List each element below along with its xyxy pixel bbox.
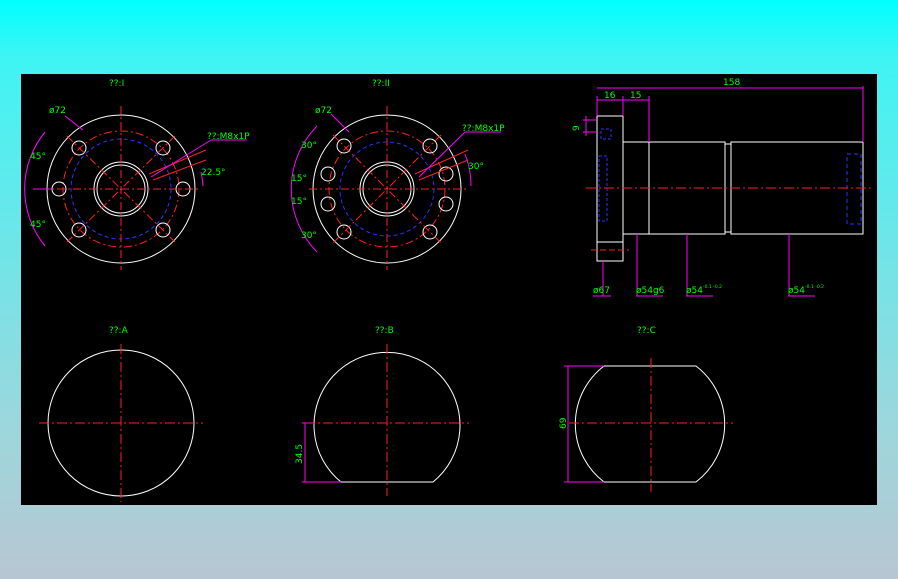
angle-45-top: 45° [30,152,46,162]
angle-15-bottom: 15° [291,197,307,207]
thread-label: ??:M8x1P [462,124,505,134]
dia-54-a-tol: -0.1 -0.2 [703,284,722,290]
dia-54-b-tol: -0.1 -0.2 [805,284,824,290]
shaft-section-1 [622,141,726,235]
dia-67: ø67 [593,286,610,296]
section-c-outline [574,365,726,483]
angle-30-bottom: 30° [301,231,317,241]
dim-15: 15 [630,91,641,101]
angle-15-top: 15° [291,174,307,184]
dia-label: ø72 [315,106,332,116]
hidden-thread [846,153,862,225]
view-b: ??:B 34.5 [295,326,469,496]
angle-30-top: 30° [301,141,317,151]
view-a-title: ??:A [109,326,129,336]
view-a: ??:A [39,326,203,502]
dim-9: 9 [572,125,582,131]
dim-34-5: 34.5 [295,444,305,464]
view-i: ??:I ??:M8x1P ø72 45° 45° 22.5° [24,79,250,270]
drawing-canvas: ??:I ??:M8x1P ø72 45° 45° 22.5° ??:II ??… [24,78,871,502]
dia-54-b: ø54 [788,286,805,296]
angle-22-5: 22.5° [201,168,226,178]
dia-label: ø72 [49,106,66,116]
angle-30-right: 30° [468,162,484,172]
view-c: ??:C 69 [559,326,733,492]
dim-158: 158 [723,78,740,88]
dim-16: 16 [604,91,616,101]
dia-54g6: ø54g6 [636,286,665,296]
cad-drawing: ??:I ??:M8x1P ø72 45° 45° 22.5° ??:II ??… [21,74,877,505]
dim-69: 69 [559,417,569,429]
view-b-title: ??:B [375,326,394,336]
dia-54-a: ø54 [686,286,703,296]
view-i-title: ??:I [109,79,124,89]
angle-45-bottom: 45° [30,220,46,230]
thread-label: ??:M8x1P [207,132,250,142]
view-ii: ??:II ??:M8x1P ø72 30° 15° 15° 30° 30° [290,79,505,270]
side-view: 158 16 15 9 ø67 ø54g6 ø54 -0.1 -0.2 ø54 … [572,78,871,297]
view-c-title: ??:C [637,326,656,336]
view-ii-title: ??:II [372,79,390,89]
